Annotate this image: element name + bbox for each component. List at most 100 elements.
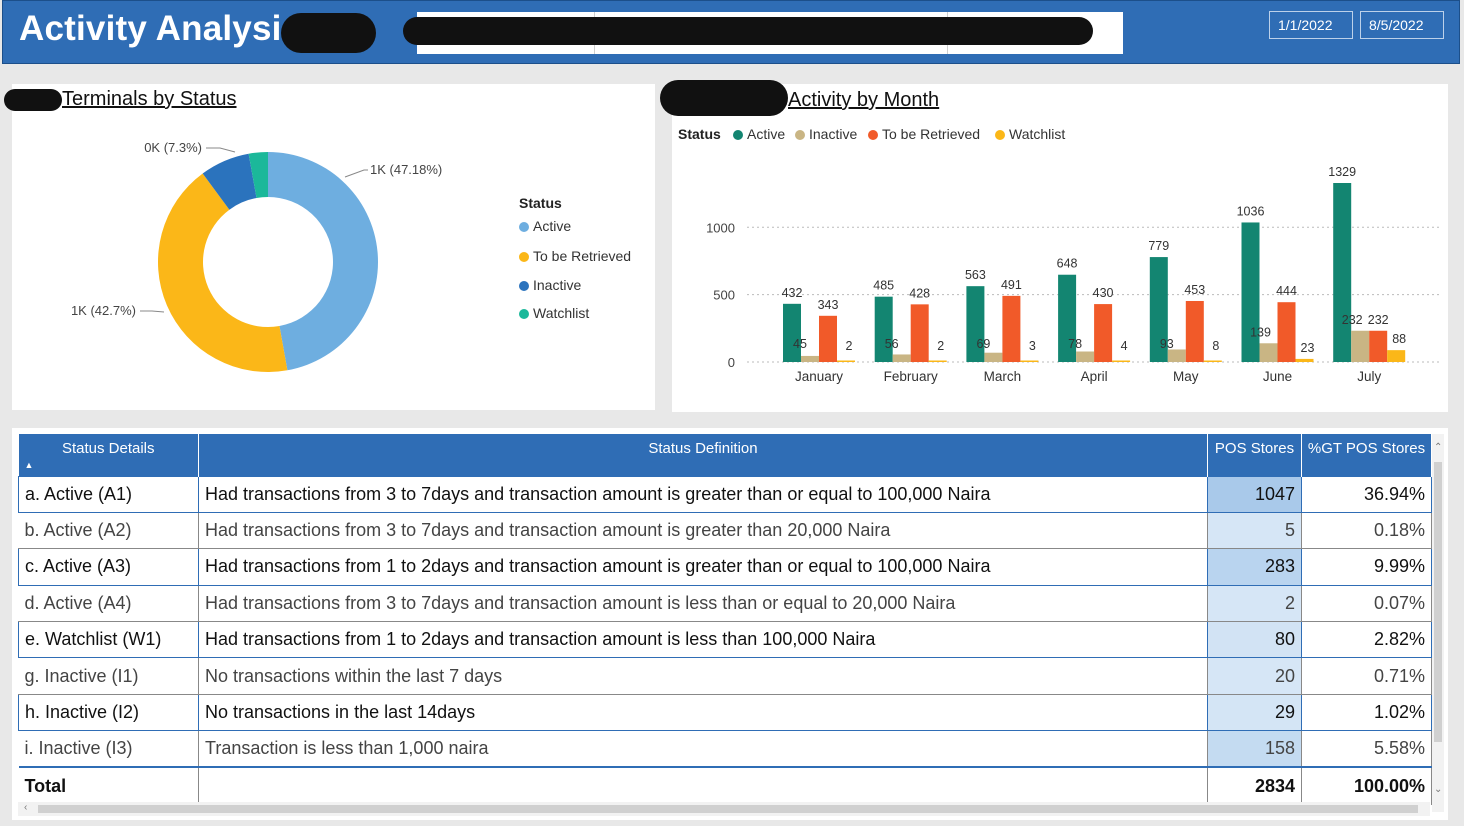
column-header-status-details[interactable]: Status Details ▲ (18, 434, 199, 476)
table-row[interactable]: e. Watchlist (W1) Had transactions from 1… (18, 621, 1432, 659)
end-date-input[interactable]: 8/5/2022 (1360, 11, 1444, 39)
redacted-block (403, 17, 1093, 45)
bar-inactive[interactable] (801, 355, 819, 362)
bar-to-be-retrieved[interactable] (1277, 302, 1296, 362)
data-label: 444 (1276, 284, 1297, 298)
bar-inactive[interactable] (1351, 330, 1370, 362)
donut-slice-active[interactable] (268, 152, 378, 371)
donut-legend-watchlist[interactable]: Watchlist (519, 305, 589, 321)
page-title: Activity Analysis (19, 9, 302, 48)
donut-slice-to-be-retrieved[interactable] (158, 173, 288, 372)
bar-watchlist[interactable] (1203, 360, 1222, 363)
table-row[interactable]: a. Active (A1) Had transactions from 3 to… (18, 475, 1432, 513)
data-label: 1329 (1328, 165, 1356, 179)
cell-status-detail: a. Active (A1) (18, 475, 199, 513)
table-total-row: Total 2834 100.00% (18, 766, 1432, 806)
cell-gt-pos-stores: 1.02% (1301, 693, 1432, 732)
donut-slices (158, 152, 378, 372)
leader-line-inactive (206, 147, 236, 153)
bar-inactive[interactable] (1167, 349, 1186, 362)
donut-legend-inactive[interactable]: Inactive (519, 277, 581, 293)
bar-watchlist[interactable] (1387, 350, 1406, 362)
data-label: 491 (1001, 278, 1022, 292)
bar-inactive[interactable] (1076, 351, 1095, 362)
y-tick-label: 500 (713, 288, 735, 303)
bar-chart[interactable]: 05001000432453432January485564282Februar… (672, 84, 1448, 412)
bar-inactive[interactable] (1259, 343, 1278, 362)
terminals-by-status-panel: Terminals by Status 1K (47.18%) 0K (7.3%… (4, 84, 655, 410)
cell-status-definition: Had transactions from 1 to 2days and tra… (198, 621, 1208, 659)
column-header-gt-pos-stores[interactable]: %GT POS Stores (1301, 434, 1432, 476)
slice-label-active: 1K (47.18%) (370, 162, 442, 177)
donut-legend-active[interactable]: Active (519, 218, 571, 234)
cell-status-detail: h. Inactive (I2) (18, 693, 199, 732)
x-tick-label: February (884, 369, 938, 384)
total-gt-pos-stores: 100.00% (1301, 766, 1432, 806)
cell-gt-pos-stores: 5.58% (1301, 730, 1432, 768)
table-row[interactable]: b. Active (A2) Had transactions from 3 to… (18, 512, 1432, 550)
table-row[interactable]: g. Inactive (I1) No transactions within t… (18, 657, 1432, 695)
bar-inactive[interactable] (984, 352, 1003, 362)
sort-ascending-icon[interactable]: ▲ (25, 460, 34, 470)
bar-watchlist[interactable] (1020, 360, 1039, 363)
total-empty (198, 766, 1208, 806)
bar-to-be-retrieved[interactable] (1094, 304, 1113, 362)
bar-active[interactable] (783, 303, 801, 362)
column-header-pos-stores[interactable]: POS Stores (1207, 434, 1302, 476)
cell-pos-stores: 1047 (1207, 475, 1302, 513)
cell-pos-stores: 158 (1207, 730, 1302, 768)
bar-to-be-retrieved[interactable] (1369, 330, 1388, 362)
leader-line-active (344, 169, 368, 178)
x-tick-label: July (1357, 369, 1381, 384)
data-label: 1036 (1237, 204, 1265, 218)
bar-inactive[interactable] (892, 354, 911, 362)
scroll-left-icon[interactable]: ‹ (24, 802, 27, 813)
scroll-up-icon[interactable]: ⌃ (1434, 442, 1442, 453)
bar-watchlist[interactable] (1295, 358, 1314, 362)
cell-pos-stores: 2 (1207, 585, 1302, 623)
scroll-thumb[interactable] (38, 805, 1418, 813)
table-row[interactable]: d. Active (A4) Had transactions from 3 to… (18, 585, 1432, 623)
scroll-down-icon[interactable]: ⌄ (1434, 784, 1442, 795)
bar-active[interactable] (1241, 222, 1260, 362)
data-label: 88 (1392, 332, 1406, 346)
legend-dot-icon (519, 222, 529, 232)
table-row[interactable]: h. Inactive (I2) No transactions in the l… (18, 693, 1432, 732)
bar-watchlist[interactable] (928, 360, 947, 363)
cell-status-definition: Had transactions from 3 to 7days and tra… (198, 475, 1208, 513)
data-label: 2 (846, 339, 853, 353)
data-label: 2 (937, 339, 944, 353)
bar-to-be-retrieved[interactable] (910, 304, 929, 362)
column-header-status-definition[interactable]: Status Definition (198, 434, 1208, 476)
scroll-thumb[interactable] (1434, 462, 1442, 742)
start-date-input[interactable]: 1/1/2022 (1269, 11, 1353, 39)
cell-status-definition: No transactions within the last 7 days (198, 657, 1208, 695)
bar-to-be-retrieved[interactable] (819, 315, 837, 362)
bar-active[interactable] (874, 296, 893, 362)
table-row[interactable]: c. Active (A3) Had transactions from 1 to… (18, 548, 1432, 586)
vertical-scrollbar[interactable]: ⌃ ⌄ (1432, 434, 1444, 812)
bar-active[interactable] (1333, 183, 1352, 362)
cell-gt-pos-stores: 0.71% (1301, 657, 1432, 695)
data-label: 453 (1184, 283, 1205, 297)
cell-gt-pos-stores: 2.82% (1301, 621, 1432, 659)
cell-status-detail: e. Watchlist (W1) (18, 621, 199, 659)
table-row[interactable]: i. Inactive (I3) Transaction is less than… (18, 730, 1432, 768)
cell-gt-pos-stores: 9.99% (1301, 548, 1432, 586)
data-label: 56 (885, 337, 899, 351)
data-label: 779 (1148, 239, 1169, 253)
bar-watchlist[interactable] (1112, 360, 1131, 363)
bar-to-be-retrieved[interactable] (1002, 295, 1021, 362)
cell-pos-stores: 80 (1207, 621, 1302, 659)
horizontal-scrollbar[interactable]: ‹ (18, 802, 1430, 816)
bar-watchlist[interactable] (837, 360, 855, 363)
legend-dot-icon (519, 309, 529, 319)
donut-chart[interactable]: 1K (47.18%) 0K (7.3%) 1K (42.7%) (12, 84, 655, 410)
bar-to-be-retrieved[interactable] (1185, 300, 1204, 362)
total-pos-stores: 2834 (1207, 766, 1302, 806)
cell-status-detail: g. Inactive (I1) (18, 657, 199, 695)
donut-legend-retrieved[interactable]: To be Retrieved (519, 248, 631, 264)
data-label: 485 (873, 279, 894, 293)
cell-pos-stores: 5 (1207, 512, 1302, 550)
cell-pos-stores: 283 (1207, 548, 1302, 586)
